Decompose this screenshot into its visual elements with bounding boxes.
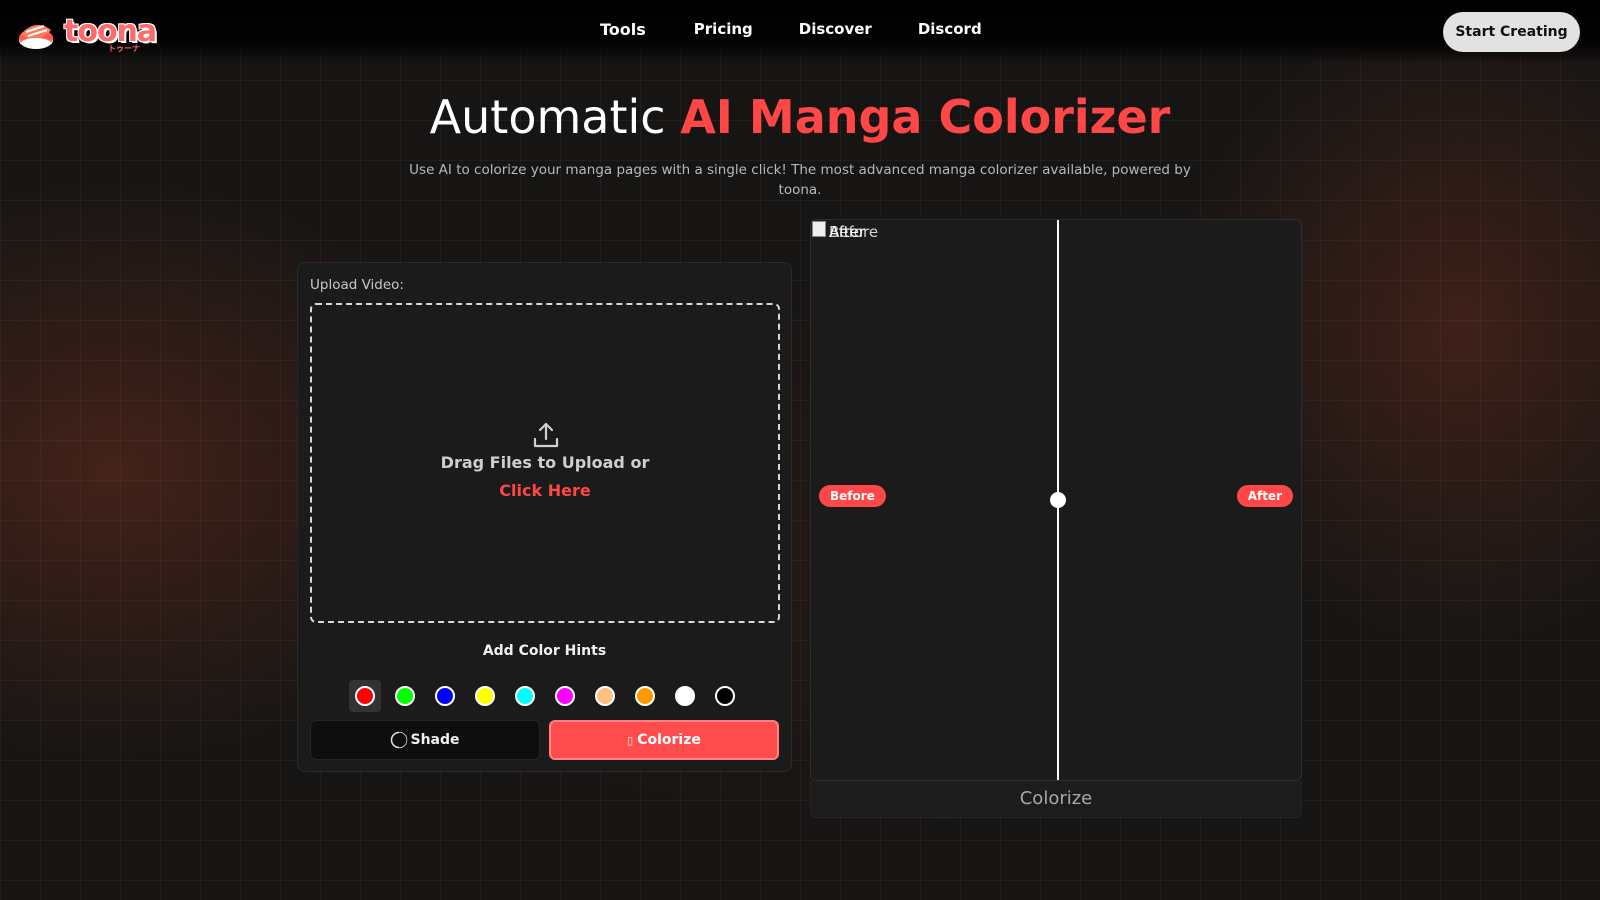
color-dot: [555, 686, 575, 706]
title-plain: Automatic: [429, 90, 681, 144]
shade-button[interactable]: Shade: [310, 720, 540, 760]
nav-tools[interactable]: Tools: [600, 20, 646, 39]
before-after-compare[interactable]: After Before Before After: [810, 219, 1302, 781]
color-swatch[interactable]: [389, 680, 421, 712]
color-swatch[interactable]: [589, 680, 621, 712]
nav-discover[interactable]: Discover: [799, 20, 872, 39]
color-dot: [435, 686, 455, 706]
color-swatch[interactable]: [549, 680, 581, 712]
top-nav: toona トゥーナ Tools Pricing Discover Discor…: [0, 0, 1600, 64]
upload-label: Upload Video:: [310, 277, 404, 293]
click-here-link[interactable]: Click Here: [312, 481, 778, 500]
colorize-label: Colorize: [637, 732, 701, 748]
color-swatch[interactable]: [349, 680, 381, 712]
color-swatch[interactable]: [429, 680, 461, 712]
color-swatch[interactable]: [669, 680, 701, 712]
color-dot: [675, 686, 695, 706]
upload-icon: [533, 422, 559, 448]
color-dot: [595, 686, 615, 706]
upload-panel: Upload Video: Drag Files to Upload or Cl…: [297, 262, 792, 772]
broken-image-icon: [812, 221, 826, 237]
start-creating-button[interactable]: Start Creating: [1443, 12, 1580, 52]
missing-glyph-icon: ▯: [627, 733, 634, 747]
upload-dropzone[interactable]: Drag Files to Upload or Click Here: [310, 303, 780, 623]
color-swatch[interactable]: [709, 680, 741, 712]
color-hints-label: Add Color Hints: [482, 643, 607, 659]
after-badge: After: [1236, 485, 1293, 507]
nav-discord[interactable]: Discord: [918, 20, 982, 39]
color-dot: [635, 686, 655, 706]
sushi-logo-icon: [19, 24, 53, 49]
page-title: Automatic AI Manga Colorizer: [0, 90, 1600, 144]
drag-files-text: Drag Files to Upload or: [440, 453, 650, 472]
half-circle-icon: [391, 731, 408, 749]
page-subtitle: Use AI to colorize your manga pages with…: [409, 162, 1191, 198]
compare-slider-handle[interactable]: [1050, 492, 1066, 508]
brand-sub: トゥーナ: [108, 44, 140, 53]
logo-wordmark: toona トゥーナ: [64, 15, 157, 54]
color-dot: [355, 686, 375, 706]
before-badge: Before: [819, 485, 886, 507]
color-dot: [715, 686, 735, 706]
title-accent: AI Manga Colorizer: [680, 90, 1171, 144]
shade-label: Shade: [410, 732, 460, 748]
compare-footer-label: Colorize: [810, 781, 1302, 818]
before-image-alt: Before: [829, 223, 879, 241]
color-dot: [515, 686, 535, 706]
nav-links: Tools Pricing Discover Discord: [600, 20, 1028, 39]
color-swatches: [349, 680, 749, 712]
color-swatch[interactable]: [629, 680, 661, 712]
logo[interactable]: toona トゥーナ: [16, 12, 157, 54]
nav-pricing[interactable]: Pricing: [694, 20, 753, 39]
broken-image-placeholder: After Before: [811, 220, 1051, 248]
color-dot: [395, 686, 415, 706]
color-dot: [475, 686, 495, 706]
color-swatch[interactable]: [469, 680, 501, 712]
colorize-button[interactable]: ▯ Colorize: [549, 720, 779, 760]
color-swatch[interactable]: [509, 680, 541, 712]
